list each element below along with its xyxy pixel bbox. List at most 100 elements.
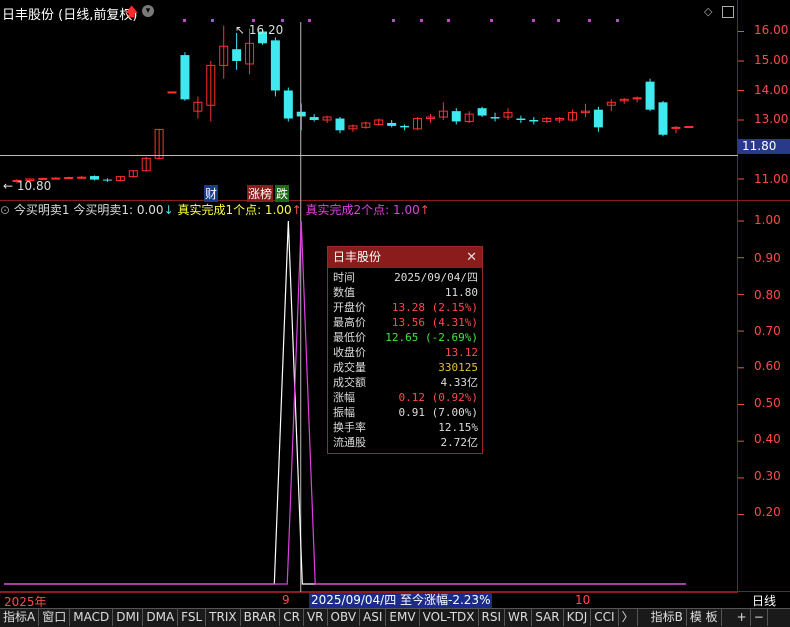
tooltip-key: 开盘价	[333, 301, 366, 314]
tab-item[interactable]: FSL	[178, 609, 207, 626]
tooltip-header[interactable]: 日丰股份 ✕	[328, 247, 482, 268]
candle-body	[490, 117, 500, 119]
tab-item[interactable]: WR	[505, 609, 533, 626]
tab-item[interactable]: 指标B	[648, 609, 687, 626]
tab-item[interactable]: DMI	[113, 609, 144, 626]
tab-item[interactable]: OBV	[328, 609, 361, 626]
price-axis-label: 11.00	[754, 172, 789, 186]
tab-item[interactable]: CCI	[591, 609, 619, 626]
stock-title[interactable]: 日丰股份 (日线,前复权)	[2, 4, 137, 23]
indicator-axis-label: 0.40	[754, 432, 781, 446]
arrow-up-icon: ↑	[419, 203, 430, 217]
indicator-axis-label: 1.00	[754, 213, 781, 227]
tooltip-key: 最低价	[333, 331, 366, 344]
candle-body	[684, 125, 694, 128]
tooltip-row: 换手率 12.15%	[328, 420, 482, 435]
tab-item[interactable]: RSI	[479, 609, 506, 626]
tab-item[interactable]: 模 板	[687, 609, 722, 626]
candle-body	[309, 117, 319, 120]
tooltip-key: 换手率	[333, 421, 366, 434]
tooltip-row: 涨幅 0.12 (0.92%)	[328, 390, 482, 405]
tooltip-value: 11.80	[444, 286, 478, 299]
tooltip-title: 日丰股份	[333, 250, 382, 264]
chart-title-bar: 日丰股份 (日线,前复权) 🡅 ▾ ◇	[0, 0, 738, 25]
maximize-icon[interactable]	[722, 6, 734, 18]
tab-item[interactable]: KDJ	[564, 609, 592, 626]
indicator-value: 今买明卖1: 0.00	[73, 203, 164, 217]
tab-item[interactable]: 指标A	[0, 609, 40, 626]
indicator-chevron-icon[interactable]: ⊙	[0, 203, 14, 217]
candle-body	[645, 81, 655, 110]
tab-item[interactable]: 窗口	[39, 609, 71, 626]
tab-item[interactable]: BRAR	[241, 609, 281, 626]
tooltip-key: 成交量	[333, 361, 366, 374]
tooltip-value: 13.12	[444, 346, 478, 359]
tooltip-value: 2025/09/04/四	[394, 271, 478, 284]
tooltip-row: 时间 2025/09/04/四	[328, 270, 482, 285]
current-price-tag: 11.80	[738, 139, 790, 154]
candle-body	[387, 122, 397, 126]
candle-body	[477, 108, 487, 116]
indicator-tab-bar: 指标A 窗口 MACD DMI DMA FSL TRIX BRAR CR VR OBV ASI EMV V…	[0, 608, 790, 627]
candle-body	[335, 118, 345, 131]
tooltip-row: 最高价 13.56 (4.31%)	[328, 315, 482, 330]
tab-item[interactable]: −	[751, 609, 768, 626]
tooltip-key: 涨幅	[333, 391, 355, 404]
tab-item[interactable]: VR	[304, 609, 328, 626]
tooltip-value: 12.15%	[438, 421, 478, 434]
arrow-up-icon[interactable]: 🡅	[125, 3, 138, 25]
date-axis: 2025年 9 2025/09/04/四 至今涨幅-2.23% 10	[0, 592, 738, 609]
tooltip-value: 0.91 (7.00%)	[398, 406, 478, 419]
high-price-value: 16.20	[248, 23, 284, 37]
month-label: 9	[282, 593, 290, 607]
tab-item[interactable]: 〉	[619, 609, 638, 626]
data-tooltip-window[interactable]: 日丰股份 ✕ 时间 2025/09/04/四 数值 11.80 开盘价 13.28 (2.…	[327, 246, 483, 454]
candle-body	[180, 55, 190, 100]
tooltip-value: 13.56 (4.31%)	[391, 316, 478, 329]
finance-badge[interactable]: 财	[204, 185, 219, 202]
tooltip-row: 收盘价 13.12	[328, 345, 482, 360]
tooltip-value: 13.28 (2.15%)	[391, 301, 478, 314]
chevron-down-icon[interactable]: ▾	[142, 5, 154, 17]
tab-item[interactable]: DMA	[143, 609, 179, 626]
tooltip-value: 12.65 (-2.69%)	[385, 331, 478, 344]
tooltip-key: 流通股	[333, 436, 366, 449]
candle-body	[77, 176, 87, 179]
candle-body	[400, 125, 410, 128]
tab-item[interactable]: MACD	[70, 609, 114, 626]
indicator-name[interactable]: 今买明卖1	[14, 203, 70, 217]
low-price-label: ← 10.80	[3, 179, 52, 193]
indicator-axis-label: 0.60	[754, 359, 781, 373]
price-axis-label: 13.00	[754, 112, 789, 126]
candle-body	[90, 176, 100, 180]
tab-item[interactable]: CR	[280, 609, 304, 626]
price-axis-label: 15.00	[754, 53, 789, 67]
tooltip-row: 数值 11.80	[328, 285, 482, 300]
tab-item[interactable]: ASI	[360, 609, 387, 626]
drop-badge[interactable]: 跌	[275, 185, 290, 202]
candle-body	[451, 111, 461, 122]
tab-item[interactable]: +	[734, 609, 751, 626]
close-icon[interactable]: ✕	[466, 247, 477, 268]
period-label[interactable]: 日线	[738, 592, 790, 608]
candle-body	[102, 179, 112, 181]
candle-body	[632, 97, 642, 100]
tooltip-row: 开盘价 13.28 (2.15%)	[328, 300, 482, 315]
limit-up-badge[interactable]: 涨榜	[247, 185, 274, 202]
low-price-value: 10.80	[16, 179, 52, 193]
tab-item[interactable]: EMV	[386, 609, 420, 626]
tab-item[interactable]: VOL-TDX	[420, 609, 479, 626]
tooltip-key: 最高价	[333, 316, 366, 329]
indicator-axis-label: 0.30	[754, 469, 781, 483]
tab-item[interactable]: SAR	[532, 609, 564, 626]
tooltip-row: 流通股 2.72亿	[328, 435, 482, 450]
month-label: 10	[575, 593, 591, 607]
tooltip-value: 4.33亿	[440, 376, 479, 389]
tooltip-key: 振幅	[333, 406, 355, 419]
tab-item[interactable]: TRIX	[206, 609, 241, 626]
series1-label: 真实完成1个点: 1.00	[177, 203, 292, 217]
diamond-icon[interactable]: ◇	[704, 5, 712, 18]
cursor-date-label: 2025/09/04/四 至今涨幅-2.23%	[309, 593, 493, 608]
price-axis-label: 14.00	[754, 83, 789, 97]
candle-body	[167, 91, 177, 94]
